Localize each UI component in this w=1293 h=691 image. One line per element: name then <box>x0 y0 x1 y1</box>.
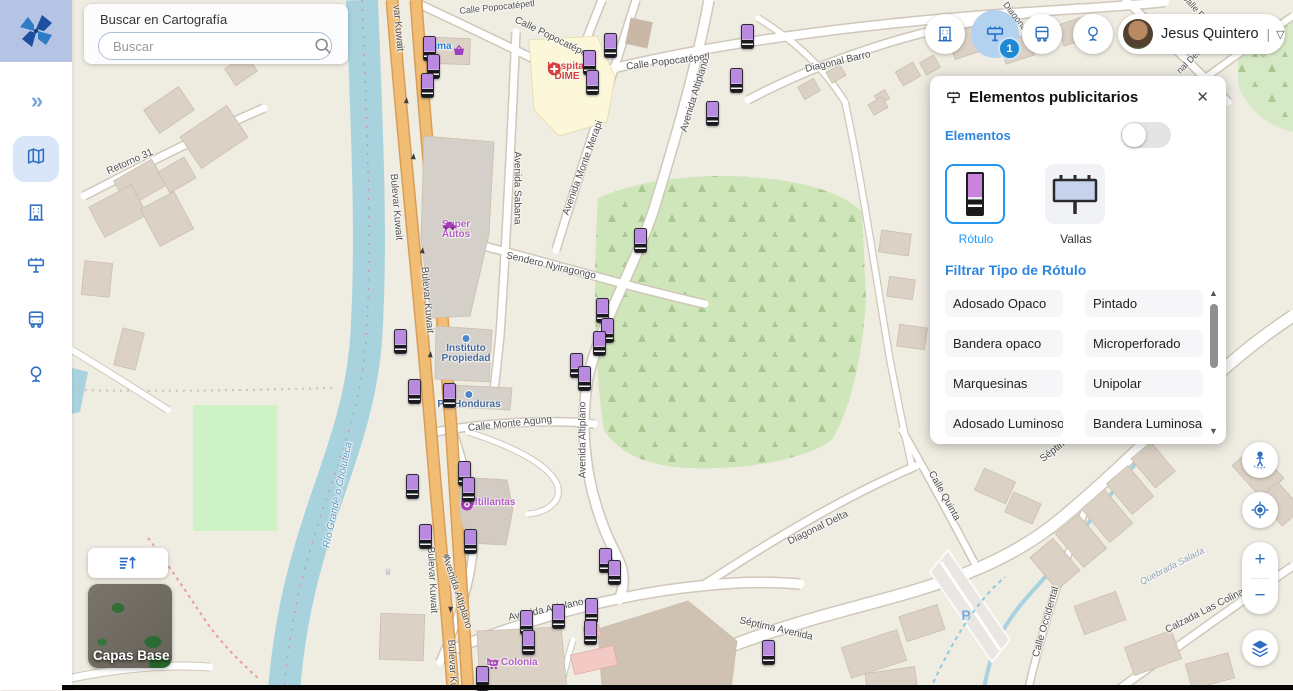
app-logo[interactable] <box>0 0 72 62</box>
filter-title: Filtrar Tipo de Rótulo <box>945 262 1211 278</box>
type-card-rotulo[interactable] <box>945 164 1005 224</box>
user-name: Jesus Quintero <box>1161 26 1259 42</box>
avatar <box>1123 19 1153 49</box>
rotulo-marker[interactable] <box>462 477 475 502</box>
locate-me-button[interactable] <box>1242 492 1278 528</box>
chevron-down-icon[interactable]: ▽ <box>1276 28 1284 41</box>
bus-icon <box>1032 24 1052 44</box>
tree-icon <box>1083 24 1103 44</box>
street-view-button[interactable] <box>1242 442 1278 478</box>
layer-order-button[interactable] <box>88 548 168 578</box>
rotulo-marker[interactable] <box>443 383 456 408</box>
layers-icon <box>1250 638 1270 658</box>
locate-icon <box>1250 500 1270 520</box>
filter-button[interactable]: Bandera opaco <box>945 330 1063 357</box>
zoom-in-button[interactable]: + <box>1242 542 1278 578</box>
elements-label: Elementos <box>945 128 1121 143</box>
rotulo-marker[interactable] <box>552 604 565 629</box>
rotulo-marker[interactable] <box>593 331 606 356</box>
rotulo-marker[interactable] <box>634 228 647 253</box>
advertising-elements-panel: Elementos publicitarios ✕ Elementos Rótu… <box>930 76 1226 444</box>
rotulo-marker[interactable] <box>604 33 617 58</box>
rotulo-marker[interactable] <box>586 70 599 95</box>
close-icon[interactable]: ✕ <box>1196 88 1209 106</box>
sort-icon <box>117 553 139 573</box>
type-card-vallas[interactable] <box>1045 164 1105 224</box>
elements-toggle[interactable] <box>1121 122 1171 148</box>
filter-grid: Adosado Opaco Pintado Bandera opaco Micrope… <box>945 290 1211 437</box>
rotulo-marker[interactable] <box>762 640 775 665</box>
rotulo-marker[interactable] <box>419 524 432 549</box>
filter-button[interactable]: Marquesinas <box>945 370 1063 397</box>
search-title: Buscar en Cartografía <box>100 12 227 27</box>
rotulo-marker[interactable] <box>522 630 535 655</box>
rotulo-marker[interactable] <box>394 329 407 354</box>
user-menu[interactable]: Jesus Quintero | ▽ <box>1118 14 1285 54</box>
billboard-icon[interactable] <box>25 255 47 282</box>
building-icon[interactable] <box>25 202 47 229</box>
rotulo-marker[interactable] <box>406 474 419 499</box>
advertising-elements-button[interactable]: 1 <box>971 10 1019 58</box>
rotulo-marker[interactable] <box>730 68 743 93</box>
park-rect <box>193 405 277 531</box>
map-icon[interactable] <box>25 146 47 173</box>
filter-button[interactable]: Microperforado <box>1085 330 1203 357</box>
panel-title: Elementos publicitarios <box>969 89 1196 106</box>
rotulo-marker[interactable] <box>464 529 477 554</box>
rotulo-marker[interactable] <box>408 379 421 404</box>
sidebar: » <box>0 0 72 690</box>
scroll-up-icon[interactable]: ▲ <box>1209 288 1218 298</box>
base-layers-label: Capas Base <box>93 648 170 663</box>
building-icon <box>935 24 955 44</box>
pegman-icon <box>1250 450 1270 470</box>
filter-button[interactable]: Adosado Luminoso <box>945 410 1063 437</box>
search-icon[interactable] <box>314 37 332 55</box>
bus-icon[interactable] <box>25 309 47 336</box>
scrollbar-thumb[interactable] <box>1210 304 1218 368</box>
type-label-vallas: Vallas <box>1045 232 1107 246</box>
filter-button[interactable]: Bandera Luminosa <box>1085 410 1203 437</box>
filter-button[interactable]: Adosado Opaco <box>945 290 1063 317</box>
rotulo-sign-icon <box>966 172 984 216</box>
trees-layer-button[interactable] <box>1073 14 1113 54</box>
type-label-rotulo: Rótulo <box>945 232 1007 246</box>
vallas-billboard-icon <box>1049 171 1101 217</box>
rotulo-marker[interactable] <box>421 73 434 98</box>
rotulo-marker[interactable] <box>585 598 598 623</box>
scroll-down-icon[interactable]: ▼ <box>1209 426 1218 436</box>
layers-button[interactable] <box>1242 630 1278 666</box>
tree-icon[interactable] <box>25 364 47 391</box>
search-card: Buscar en Cartografía <box>84 4 348 64</box>
panel-scrollbar[interactable]: ▲ ▼ <box>1208 288 1221 436</box>
filter-button[interactable]: Pintado <box>1085 290 1203 317</box>
toggle-knob <box>1122 123 1146 147</box>
bottom-black-bar <box>62 685 1293 690</box>
search-input[interactable] <box>98 32 332 60</box>
pinwheel-logo-icon <box>16 11 56 51</box>
buildings-layer-button[interactable] <box>925 14 965 54</box>
rotulo-marker[interactable] <box>578 366 591 391</box>
billboard-icon <box>945 89 962 106</box>
base-layers-tile[interactable]: Capas Base <box>88 584 172 668</box>
filter-button[interactable]: Unipolar <box>1085 370 1203 397</box>
notification-badge: 1 <box>998 37 1021 60</box>
sidebar-expand-button[interactable]: » <box>31 88 41 114</box>
rotulo-marker[interactable] <box>741 24 754 49</box>
zoom-out-button[interactable]: − <box>1242 579 1278 615</box>
bus-layer-button[interactable] <box>1022 14 1062 54</box>
rotulo-marker[interactable] <box>584 620 597 645</box>
rotulo-marker[interactable] <box>608 560 621 585</box>
zoom-controls: + − <box>1242 542 1278 614</box>
rotulo-marker[interactable] <box>706 101 719 126</box>
user-divider: | <box>1267 26 1271 42</box>
